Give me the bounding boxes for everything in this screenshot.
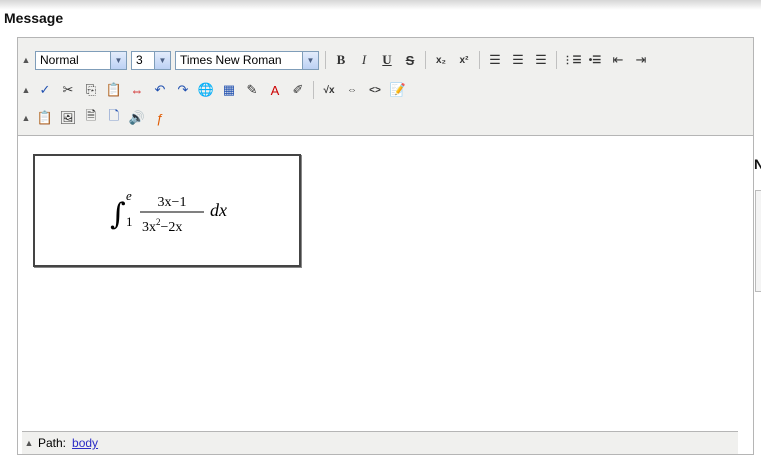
equation-button[interactable]: √x	[319, 80, 339, 100]
anchor-button[interactable]: ⇔	[127, 80, 147, 100]
differential: dx	[210, 200, 227, 220]
pen-button[interactable]: ✎	[242, 80, 262, 100]
denominator-rest: −2x	[161, 220, 183, 235]
toolbar-row-2: ▲ ✓ ✂ ⎘ 📋 ⇔ ↶ ↷ 🌐 ▦ ✎ A ✐ √x ⇔ <> 📝	[18, 78, 411, 102]
highlight-button[interactable]: ✐	[288, 80, 308, 100]
bold-button[interactable]: B	[331, 50, 351, 70]
resize-button[interactable]: ⇔	[342, 80, 362, 100]
upper-limit: e	[126, 188, 132, 203]
flash-button[interactable]: ƒ	[150, 108, 170, 128]
media-button[interactable]: 🗎	[81, 108, 101, 128]
italic-button[interactable]: I	[354, 50, 374, 70]
path-label: Path:	[38, 436, 67, 450]
toolbar-separator	[479, 51, 480, 69]
rich-text-editor: ▲ Normal ▼ 3 ▼ Times New Roman ▼ B I U Sx₂ x…	[17, 37, 754, 455]
chevron-down-icon: ▼	[302, 51, 318, 69]
subscript-button[interactable]: x₂	[431, 50, 451, 70]
chevron-down-icon: ▼	[154, 51, 170, 69]
format-select[interactable]: Normal ▼	[35, 50, 127, 70]
chevron-down-icon: ▼	[110, 51, 126, 69]
collapse-row-icon[interactable]: ▲	[21, 113, 31, 123]
font-family-select[interactable]: Times New Roman ▼	[175, 50, 319, 70]
unordered-list-button[interactable]: •☰	[585, 50, 605, 70]
denominator-base: 3x	[142, 220, 156, 235]
editor-statusbar: ▲ Path: body	[22, 431, 738, 454]
fraction-denominator: 3x2−2x	[142, 217, 182, 235]
integral-equation: ∫ e 1 3x−1 3x2−2x dx	[110, 188, 227, 235]
copy-button[interactable]: ⎘	[81, 80, 101, 100]
font-family-select-value: Times New Roman	[180, 52, 282, 67]
toolbar-row-3: ▲ 📋 🖼 🗎 🗋 🔊 ƒ	[18, 106, 173, 130]
indent-button[interactable]: ⇥	[631, 50, 651, 70]
message-heading: Message	[4, 10, 64, 26]
paste-button[interactable]: 📋	[104, 80, 124, 100]
fraction-numerator: 3x−1	[158, 195, 187, 210]
outdent-button[interactable]: ⇤	[608, 50, 628, 70]
editor-content-area[interactable]: ∫ e 1 3x−1 3x2−2x dx	[18, 136, 753, 431]
top-border-band	[0, 0, 761, 10]
html-source-button[interactable]: <>	[365, 80, 385, 100]
link-button[interactable]: 🌐	[196, 80, 216, 100]
toolbar-separator	[425, 51, 426, 69]
toolbar-row-1: ▲ Normal ▼ 3 ▼ Times New Roman ▼ B I U Sx₂ x…	[18, 48, 654, 72]
integral-sign: ∫	[110, 197, 126, 232]
preview-button[interactable]: 🗋	[104, 108, 124, 128]
font-size-select[interactable]: 3 ▼	[131, 50, 171, 70]
font-color-button[interactable]: A	[265, 80, 285, 100]
ordered-list-button[interactable]: ⋮☰	[562, 50, 582, 70]
strikethrough-button[interactable]: S	[400, 50, 420, 70]
align-left-button[interactable]: ☰	[485, 50, 505, 70]
underline-button[interactable]: U	[377, 50, 397, 70]
right-edge-heading: N	[754, 156, 761, 172]
path-body-link[interactable]: body	[72, 436, 98, 450]
format-select-value: Normal	[40, 52, 79, 67]
image-button[interactable]: 🖼	[58, 108, 78, 128]
align-right-button[interactable]: ☰	[531, 50, 551, 70]
lower-limit: 1	[126, 214, 133, 229]
audio-button[interactable]: 🔊	[127, 108, 147, 128]
collapse-row-icon[interactable]: ▲	[21, 85, 31, 95]
superscript-button[interactable]: x²	[454, 50, 474, 70]
redo-button[interactable]: ↷	[173, 80, 193, 100]
paste-plain-button[interactable]: 📋	[35, 108, 55, 128]
equation-object[interactable]: ∫ e 1 3x−1 3x2−2x dx	[33, 154, 301, 267]
undo-button[interactable]: ↶	[150, 80, 170, 100]
editor-toolbar: ▲ Normal ▼ 3 ▼ Times New Roman ▼ B I U Sx₂ x…	[18, 38, 753, 136]
cut-button[interactable]: ✂	[58, 80, 78, 100]
align-center-button[interactable]: ☰	[508, 50, 528, 70]
toolbar-separator	[556, 51, 557, 69]
collapse-row-icon[interactable]: ▲	[21, 55, 31, 65]
spellcheck-button[interactable]: ✓	[35, 80, 55, 100]
toolbar-separator	[313, 81, 314, 99]
font-size-select-value: 3	[136, 52, 143, 67]
edit-document-button[interactable]: 📝	[388, 80, 408, 100]
table-button[interactable]: ▦	[219, 80, 239, 100]
toolbar-separator	[325, 51, 326, 69]
right-edge-panel	[755, 190, 761, 292]
collapse-statusbar-icon[interactable]: ▲	[24, 438, 34, 448]
